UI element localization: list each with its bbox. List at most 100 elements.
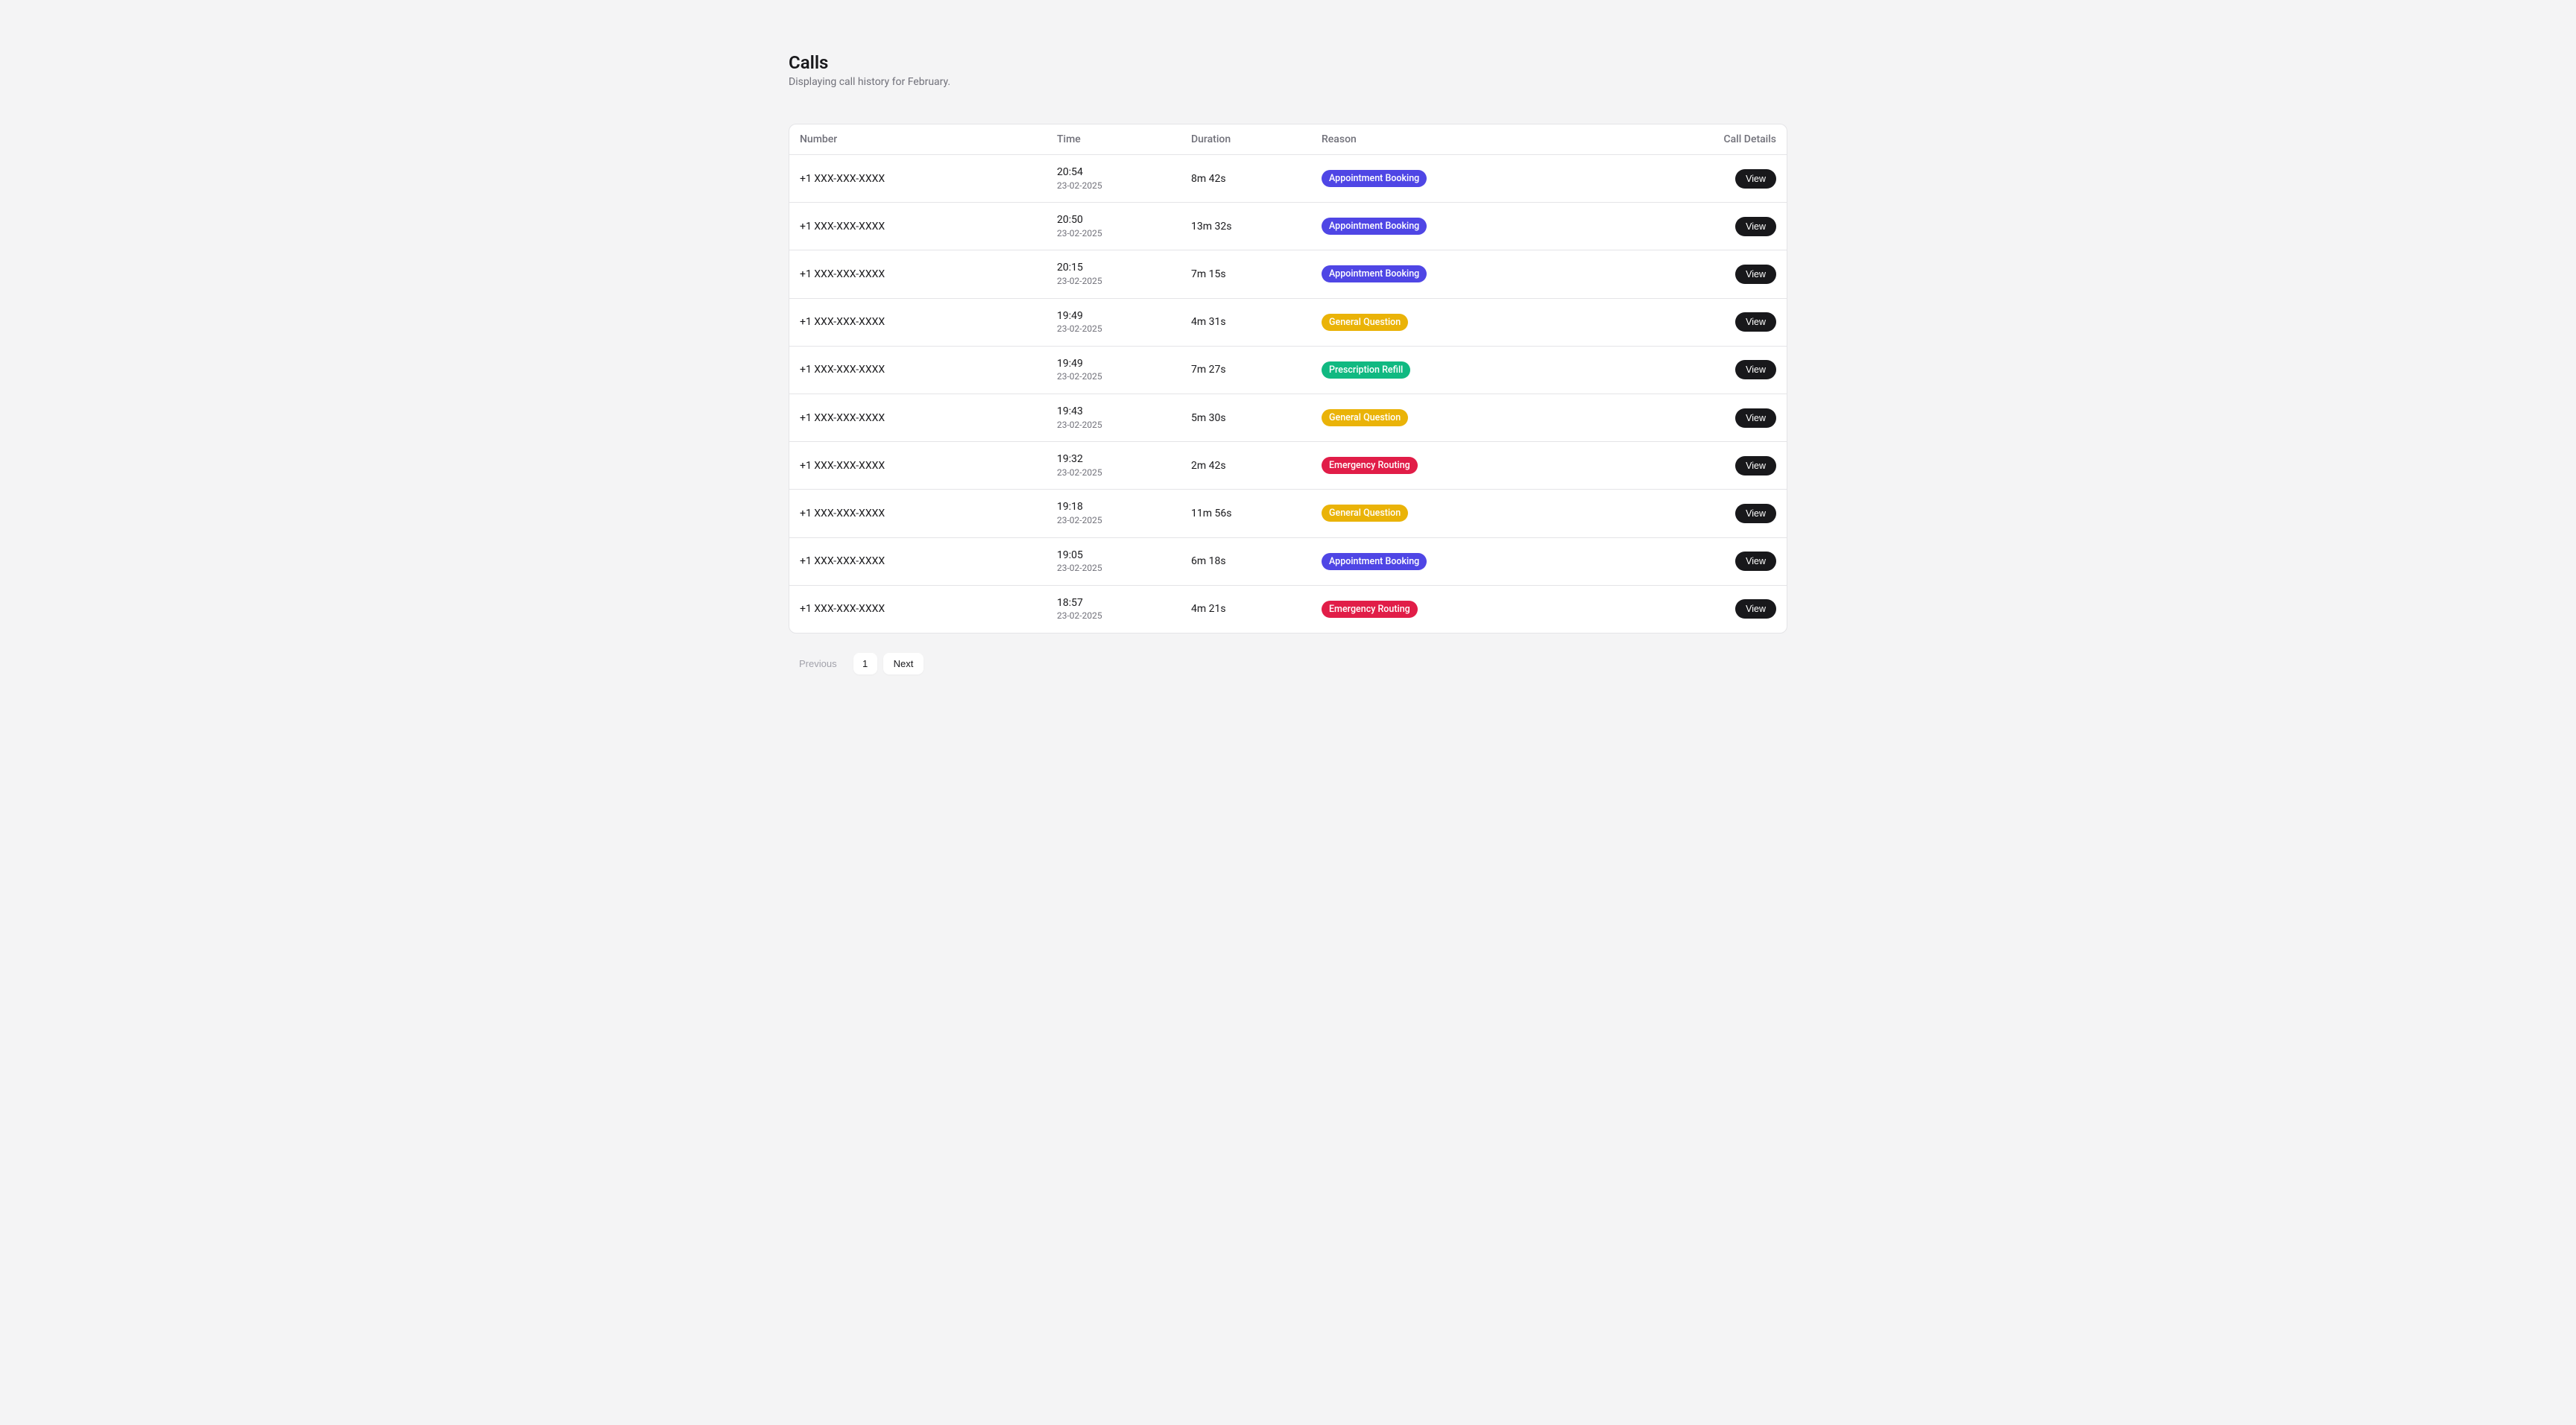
pagination-next[interactable]: Next xyxy=(883,653,924,674)
view-button[interactable]: View xyxy=(1735,312,1776,332)
reason-badge: Appointment Booking xyxy=(1322,218,1427,235)
cell-reason: Prescription Refill xyxy=(1311,346,1705,394)
cell-number: +1 XXX-XXX-XXXX xyxy=(789,250,1046,298)
date-value: 23-02-2025 xyxy=(1057,515,1170,527)
cell-details: View xyxy=(1705,394,1787,441)
cell-details: View xyxy=(1705,250,1787,298)
reason-badge: Emergency Routing xyxy=(1322,457,1418,474)
view-button[interactable]: View xyxy=(1735,408,1776,428)
view-button[interactable]: View xyxy=(1735,265,1776,284)
view-button[interactable]: View xyxy=(1735,599,1776,619)
cell-number: +1 XXX-XXX-XXXX xyxy=(789,537,1046,585)
cell-number: +1 XXX-XXX-XXXX xyxy=(789,298,1046,346)
col-header-number: Number xyxy=(789,124,1046,155)
reason-badge: General Question xyxy=(1322,409,1408,426)
cell-reason: Emergency Routing xyxy=(1311,442,1705,490)
cell-time: 20:5023-02-2025 xyxy=(1046,203,1181,250)
cell-duration: 5m 30s xyxy=(1181,394,1311,441)
view-button[interactable]: View xyxy=(1735,169,1776,189)
table-row: +1 XXX-XXX-XXXX20:5423-02-20258m 42sAppo… xyxy=(789,155,1787,203)
cell-number: +1 XXX-XXX-XXXX xyxy=(789,442,1046,490)
date-value: 23-02-2025 xyxy=(1057,276,1170,288)
cell-number: +1 XXX-XXX-XXXX xyxy=(789,203,1046,250)
page-container: Calls Displaying call history for Februa… xyxy=(789,0,1787,704)
cell-reason: General Question xyxy=(1311,298,1705,346)
cell-time: 19:4323-02-2025 xyxy=(1046,394,1181,441)
time-value: 20:50 xyxy=(1057,213,1170,228)
cell-time: 19:1823-02-2025 xyxy=(1046,490,1181,537)
time-value: 19:43 xyxy=(1057,405,1170,420)
date-value: 23-02-2025 xyxy=(1057,180,1170,192)
cell-details: View xyxy=(1705,298,1787,346)
time-value: 19:49 xyxy=(1057,309,1170,324)
col-header-time: Time xyxy=(1046,124,1181,155)
table-row: +1 XXX-XXX-XXXX19:1823-02-202511m 56sGen… xyxy=(789,490,1787,537)
cell-time: 19:4923-02-2025 xyxy=(1046,298,1181,346)
table-row: +1 XXX-XXX-XXXX19:0523-02-20256m 18sAppo… xyxy=(789,537,1787,585)
table-row: +1 XXX-XXX-XXXX19:3223-02-20252m 42sEmer… xyxy=(789,442,1787,490)
cell-duration: 2m 42s xyxy=(1181,442,1311,490)
table-row: +1 XXX-XXX-XXXX19:4923-02-20257m 27sPres… xyxy=(789,346,1787,394)
cell-reason: Emergency Routing xyxy=(1311,585,1705,633)
table-row: +1 XXX-XXX-XXXX18:5723-02-20254m 21sEmer… xyxy=(789,585,1787,633)
date-value: 23-02-2025 xyxy=(1057,371,1170,383)
cell-reason: General Question xyxy=(1311,490,1705,537)
cell-time: 18:5723-02-2025 xyxy=(1046,585,1181,633)
date-value: 23-02-2025 xyxy=(1057,323,1170,335)
time-value: 20:15 xyxy=(1057,261,1170,276)
cell-number: +1 XXX-XXX-XXXX xyxy=(789,490,1046,537)
date-value: 23-02-2025 xyxy=(1057,467,1170,479)
reason-badge: Appointment Booking xyxy=(1322,553,1427,570)
view-button[interactable]: View xyxy=(1735,552,1776,571)
cell-duration: 13m 32s xyxy=(1181,203,1311,250)
calls-table-card: Number Time Duration Reason Call Details… xyxy=(789,124,1787,633)
time-value: 20:54 xyxy=(1057,165,1170,180)
cell-number: +1 XXX-XXX-XXXX xyxy=(789,585,1046,633)
date-value: 23-02-2025 xyxy=(1057,420,1170,432)
view-button[interactable]: View xyxy=(1735,217,1776,236)
view-button[interactable]: View xyxy=(1735,504,1776,523)
cell-details: View xyxy=(1705,490,1787,537)
pagination-previous[interactable]: Previous xyxy=(789,653,847,674)
col-header-duration: Duration xyxy=(1181,124,1311,155)
reason-badge: Appointment Booking xyxy=(1322,265,1427,282)
time-value: 19:49 xyxy=(1057,357,1170,372)
view-button[interactable]: View xyxy=(1735,456,1776,475)
reason-badge: General Question xyxy=(1322,314,1408,331)
cell-time: 20:5423-02-2025 xyxy=(1046,155,1181,203)
reason-badge: General Question xyxy=(1322,505,1408,522)
table-row: +1 XXX-XXX-XXXX19:4923-02-20254m 31sGene… xyxy=(789,298,1787,346)
pagination: Previous 1 Next xyxy=(789,653,1787,674)
time-value: 19:05 xyxy=(1057,549,1170,563)
cell-details: View xyxy=(1705,155,1787,203)
cell-details: View xyxy=(1705,346,1787,394)
cell-details: View xyxy=(1705,442,1787,490)
cell-reason: Appointment Booking xyxy=(1311,203,1705,250)
date-value: 23-02-2025 xyxy=(1057,563,1170,575)
reason-badge: Emergency Routing xyxy=(1322,601,1418,618)
reason-badge: Appointment Booking xyxy=(1322,170,1427,187)
date-value: 23-02-2025 xyxy=(1057,610,1170,622)
page-subtitle: Displaying call history for February. xyxy=(789,76,1787,88)
cell-reason: Appointment Booking xyxy=(1311,537,1705,585)
pagination-page-1[interactable]: 1 xyxy=(853,653,877,674)
page-title: Calls xyxy=(789,52,1787,73)
cell-details: View xyxy=(1705,537,1787,585)
cell-reason: Appointment Booking xyxy=(1311,250,1705,298)
table-row: +1 XXX-XXX-XXXX20:5023-02-202513m 32sApp… xyxy=(789,203,1787,250)
table-header-row: Number Time Duration Reason Call Details xyxy=(789,124,1787,155)
cell-reason: General Question xyxy=(1311,394,1705,441)
cell-time: 20:1523-02-2025 xyxy=(1046,250,1181,298)
col-header-details: Call Details xyxy=(1705,124,1787,155)
cell-time: 19:0523-02-2025 xyxy=(1046,537,1181,585)
view-button[interactable]: View xyxy=(1735,360,1776,379)
cell-number: +1 XXX-XXX-XXXX xyxy=(789,394,1046,441)
time-value: 19:32 xyxy=(1057,452,1170,467)
date-value: 23-02-2025 xyxy=(1057,228,1170,240)
cell-details: View xyxy=(1705,203,1787,250)
col-header-reason: Reason xyxy=(1311,124,1705,155)
cell-time: 19:3223-02-2025 xyxy=(1046,442,1181,490)
cell-duration: 7m 27s xyxy=(1181,346,1311,394)
cell-details: View xyxy=(1705,585,1787,633)
table-row: +1 XXX-XXX-XXXX19:4323-02-20255m 30sGene… xyxy=(789,394,1787,441)
